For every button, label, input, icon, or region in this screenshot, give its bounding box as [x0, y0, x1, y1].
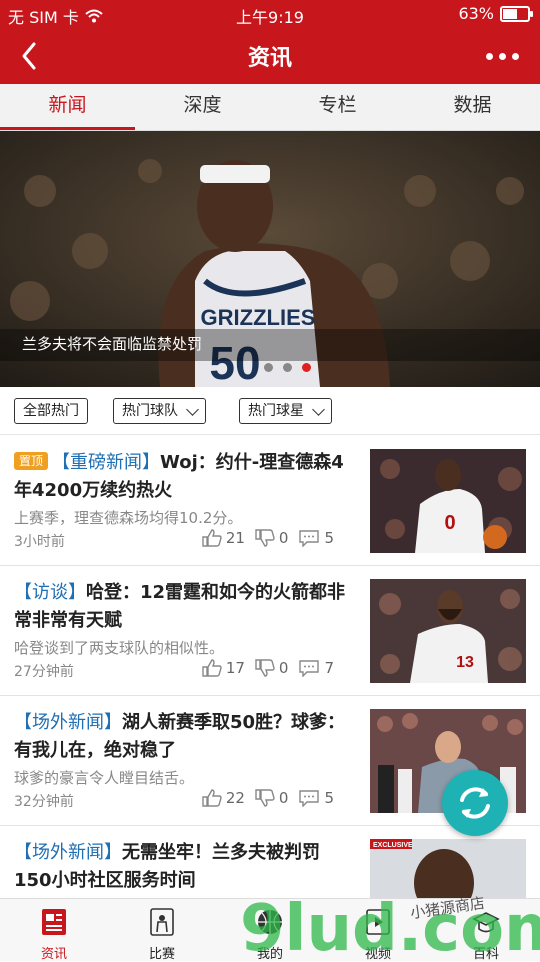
thumbs-down-icon[interactable] [255, 659, 275, 677]
news-summary: 上赛季，理查德森场均得10.2分。 [14, 509, 243, 527]
jersey-icon [150, 908, 174, 936]
news-time: 27分钟前 [14, 664, 74, 680]
more-button[interactable] [482, 42, 522, 70]
jersey-text: GRIZZLIES [201, 305, 316, 330]
tab-column[interactable]: 专栏 [270, 84, 405, 130]
filter-all-label: 全部热门 [23, 403, 79, 419]
like-count: 17 [225, 659, 245, 677]
news-headline: 【场外新闻】湖人新赛季取50胜？球爹：有我儿在，绝对稳了 [14, 709, 346, 765]
banner-caption-bar: 兰多夫将不会面临监禁处罚 [0, 329, 540, 361]
filter-players-label: 热门球星 [248, 403, 304, 419]
basketball-icon [258, 910, 282, 934]
carousel-dot [302, 363, 311, 372]
chevron-down-icon [312, 402, 325, 416]
nav-video-label: 视频 [364, 947, 391, 962]
news-thumbnail: 13 [370, 579, 526, 683]
news-summary: 球爹的豪言令人瞠目结舌。 [14, 769, 195, 787]
more-dots-icon [485, 52, 493, 60]
filter-hot-players[interactable]: 热门球星 [239, 398, 332, 424]
nav-mine-label: 我的 [256, 947, 283, 962]
nav-header: 资讯 [0, 28, 540, 84]
thumbs-down-icon[interactable] [255, 529, 275, 547]
chevron-down-icon [186, 402, 199, 416]
thumb-jersey-number: 0 [444, 512, 455, 534]
news-time: 32分钟前 [14, 794, 74, 810]
banner-carousel[interactable]: GRIZZLIES 50 兰多夫将不会面临监禁处罚 [0, 131, 540, 387]
like-count: 22 [225, 789, 245, 807]
news-headline: 置顶 【重磅新闻】Woj：约什-理查德森4年4200万续约热火 [14, 449, 346, 505]
pinned-badge: 置顶 [14, 452, 49, 470]
news-summary: 哈登谈到了两支球队的相似性。 [14, 639, 225, 657]
filter-all-hot[interactable]: 全部热门 [14, 398, 88, 424]
filter-hot-teams[interactable]: 热门球队 [113, 398, 206, 424]
news-tag: 【场外新闻】 [14, 712, 122, 733]
carousel-dots [264, 363, 311, 372]
battery-icon [500, 5, 533, 22]
filter-bar: 全部热门 热门球队 热门球星 [0, 388, 540, 435]
thumbs-up-icon[interactable] [202, 529, 222, 547]
like-count: 21 [225, 529, 245, 547]
battery-percent: 63% [458, 4, 494, 23]
news-item[interactable]: 【访谈】哈登：12雷霆和如今的火箭都非常非常有天赋 哈登谈到了两支球队的相似性。… [0, 565, 540, 696]
video-icon [366, 909, 390, 935]
carousel-dot [283, 363, 292, 372]
banner-caption: 兰多夫将不会面临监禁处罚 [22, 335, 203, 353]
news-thumbnail: 0 [370, 449, 526, 553]
page-title: 资讯 [247, 46, 292, 71]
tab-data[interactable]: 数据 [405, 84, 540, 130]
filter-teams-label: 热门球队 [122, 403, 178, 419]
clock-text: 上午9:19 [236, 8, 304, 27]
nav-news[interactable]: 资讯 [0, 899, 108, 962]
news-headline: 【场外新闻】无需坐牢！兰多夫被判罚150小时社区服务时间 [14, 839, 346, 895]
comment-count: 5 [324, 529, 334, 547]
refresh-button[interactable] [442, 770, 508, 836]
top-bar: 无 SIM 卡 上午9:19 63% 资讯 [0, 0, 540, 84]
news-headline: 【访谈】哈登：12雷霆和如今的火箭都非常非常有天赋 [14, 579, 346, 635]
tab-depth[interactable]: 深度 [135, 84, 270, 130]
thumbs-down-icon[interactable] [255, 789, 275, 807]
news-tag: 【访谈】 [14, 582, 86, 603]
nav-mine[interactable]: 我的 [216, 899, 324, 962]
thumb-jersey-number: 13 [456, 654, 474, 671]
carousel-dot [264, 363, 273, 372]
status-bar: 无 SIM 卡 上午9:19 63% [0, 0, 540, 28]
comment-count: 5 [324, 789, 334, 807]
news-time: 3小时前 [14, 534, 65, 550]
nav-news-label: 资讯 [40, 947, 67, 962]
dislike-count: 0 [278, 529, 289, 547]
comment-icon[interactable] [298, 659, 320, 677]
tab-news[interactable]: 新闻 [0, 84, 135, 130]
exclusive-badge: EXCLUSIVE [373, 842, 413, 849]
news-stats: 22 0 5 [202, 789, 340, 807]
newspaper-icon [42, 909, 66, 935]
comment-icon[interactable] [298, 529, 320, 547]
nav-games-label: 比赛 [148, 947, 175, 962]
news-tag: 【场外新闻】 [14, 842, 122, 863]
dislike-count: 0 [278, 659, 289, 677]
dislike-count: 0 [278, 789, 289, 807]
news-tag: 【重磅新闻】 [52, 452, 161, 473]
comment-icon[interactable] [298, 789, 320, 807]
refresh-icon [460, 787, 490, 819]
tab-bar: 新闻 深度 专栏 数据 [0, 84, 540, 131]
thumbs-up-icon[interactable] [202, 789, 222, 807]
news-stats: 17 0 7 [202, 659, 340, 677]
thumbs-up-icon[interactable] [202, 659, 222, 677]
nav-games[interactable]: 比赛 [108, 899, 216, 962]
comment-count: 7 [324, 659, 334, 677]
news-item[interactable]: 置顶 【重磅新闻】Woj：约什-理查德森4年4200万续约热火 上赛季，理查德森场… [0, 435, 540, 566]
nav-wiki-label: 百科 [472, 947, 499, 962]
news-stats: 21 0 5 [202, 529, 340, 547]
